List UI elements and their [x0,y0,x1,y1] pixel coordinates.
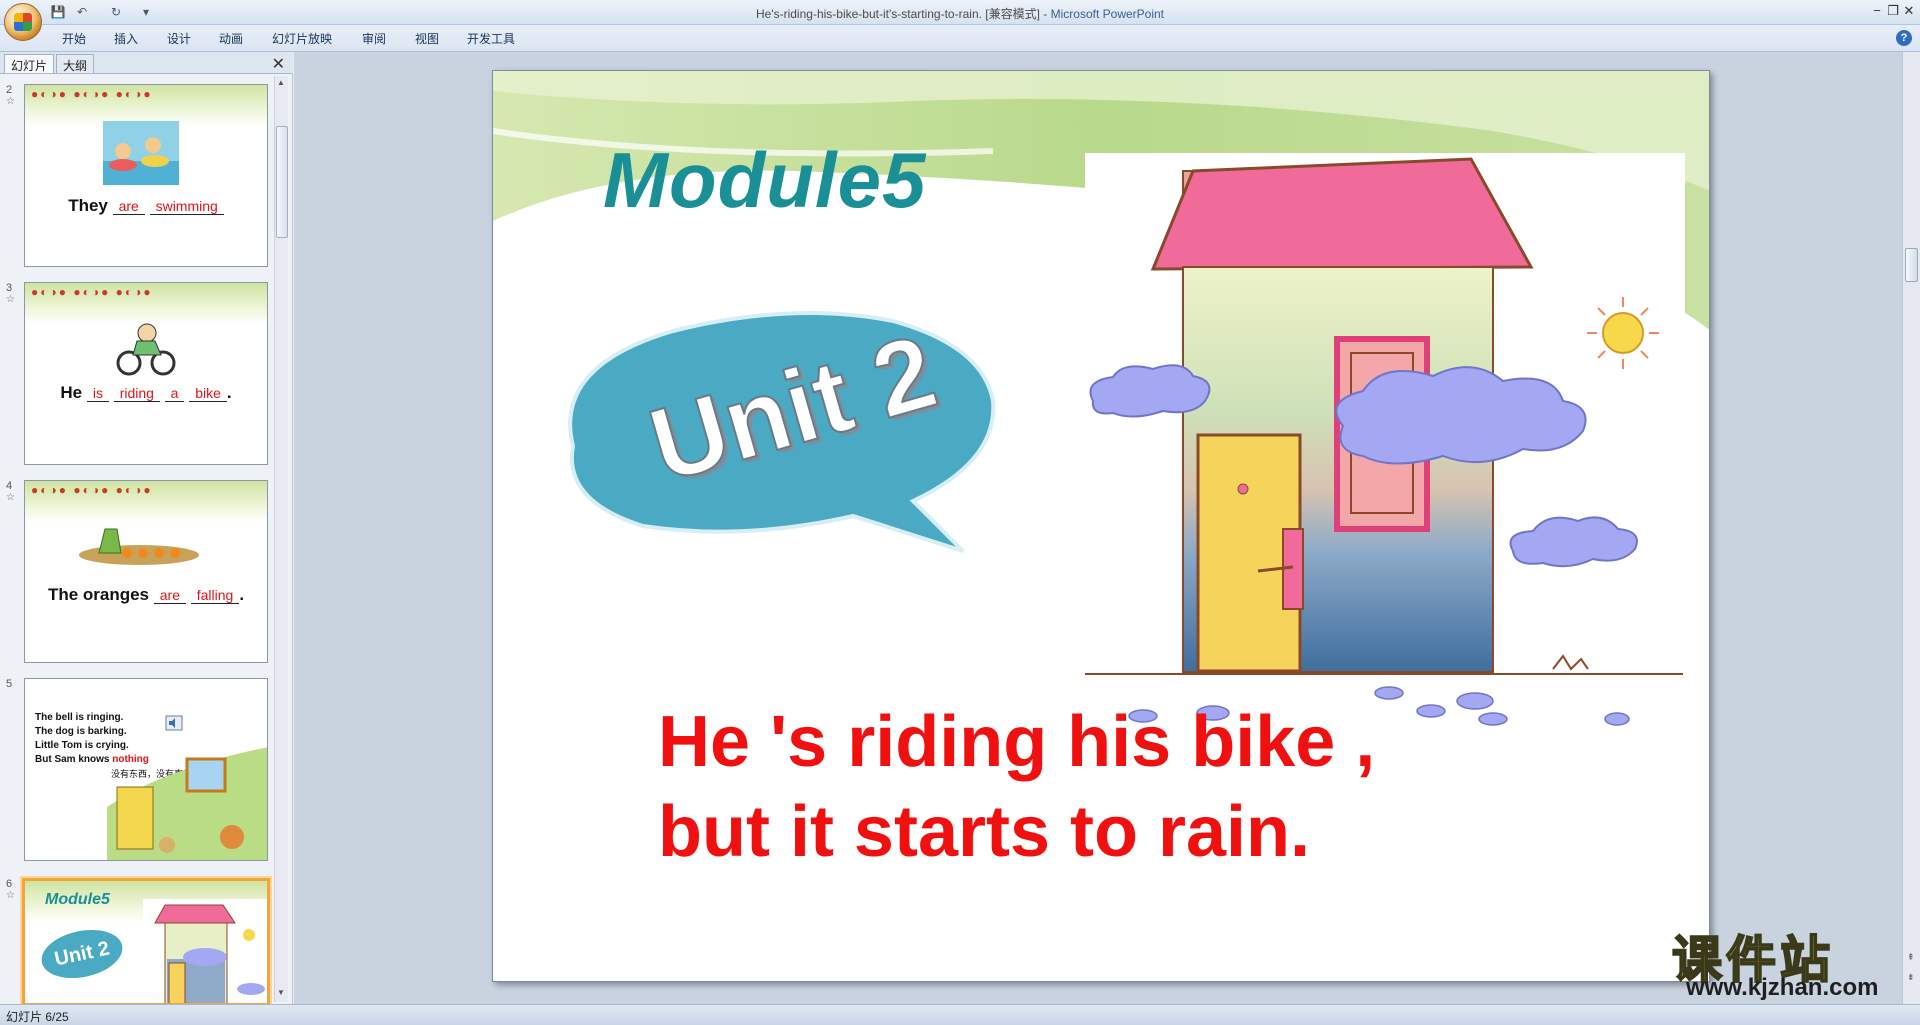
sound-icon[interactable] [165,715,183,731]
panel-scrollbar[interactable]: ▲ ▼ [274,76,288,1002]
falling-oranges-picture [79,528,199,565]
sentence-end: . [226,383,232,402]
title-separator: - [1043,7,1048,21]
slide-thumbnail[interactable]: The bell is ringing. The dog is barking.… [24,678,268,861]
slide-sentence-line-2[interactable]: but it starts to rain. [658,791,1310,873]
tab-developer[interactable]: 开发工具 [467,30,515,47]
tab-design[interactable]: 设计 [167,30,191,47]
tab-insert[interactable]: 插入 [114,30,138,47]
lanterns-decoration: ●◐◑● ●◐◑● ●◐◑● [31,285,153,299]
slide-thumbnail[interactable]: ●◐◑● ●◐◑● ●◐◑● He is riding a bike. [24,282,268,465]
slide-title[interactable]: Module5 [603,135,926,226]
watermark-url: www.kjzhan.com [1686,974,1879,1001]
slide-number: 3 [6,282,13,294]
tab-view[interactable]: 视图 [415,30,439,47]
animation-star-icon: ☆ [6,294,15,305]
ribbon-tabs: 开始 插入 设计 动画 幻灯片放映 审阅 视图 开发工具 ? [0,25,1920,52]
panel-close-icon[interactable]: ✕ [272,54,285,74]
fill-in-sentence: They are swimming [25,196,267,216]
title-bar: 💾 ↶ ↻ ▾ He's-riding-his-bike-but-it's-st… [0,0,1920,41]
window-title: He's-riding-his-bike-but-it's-starting-t… [0,5,1920,22]
editor-scroll-thumb[interactable] [1905,248,1918,282]
sentence-end: . [239,585,245,604]
tab-outline[interactable]: 大纲 [56,54,95,73]
editor-scrollbar[interactable]: ⇞ ⇟ [1902,52,1920,1004]
slide-thumbnail[interactable]: ●◐◑● ●◐◑● ●◐◑● They are swimming [24,84,268,267]
document-name: He's-riding-his-bike-but-it's-starting-t… [755,7,1040,21]
answer-blank: are [153,587,186,604]
site-watermark: 课件站 www.kjzhan.com [1671,920,1902,1001]
thumbnail-unit-bubble: Unit 2 [37,922,127,986]
lanterns-decoration: ●◐◑● ●◐◑● ●◐◑● [31,483,153,497]
house-room-picture [107,747,267,860]
fill-in-sentence: He is riding a bike. [25,383,267,403]
animation-star-icon: ☆ [6,492,15,503]
animation-star-icon: ☆ [6,890,15,901]
thumbnail-title: Module5 [45,891,110,908]
tab-animations[interactable]: 动画 [219,30,243,47]
application-name: Microsoft PowerPoint [1050,7,1165,21]
answer-blank: a [164,385,185,402]
story-line: But Sam knows [35,754,110,765]
prev-slide-icon[interactable]: ⇞ [1907,952,1915,963]
help-icon[interactable]: ? [1896,30,1912,46]
swimming-kids-picture [103,121,179,185]
slide-number: 6 [6,878,13,890]
current-slide[interactable]: Module5 Unit 2 He 's riding his bike , b… [492,70,1710,982]
tab-home[interactable]: 开始 [62,30,86,47]
answer-blank: is [86,385,109,402]
next-slide-icon[interactable]: ⇟ [1907,972,1915,983]
slide-number: 4 [6,480,13,492]
office-logo-icon [14,13,32,31]
slide-thumbnail[interactable]: ●◐◑● ●◐◑● ●◐◑● The oranges are falling. [24,480,268,663]
answer-blank: riding [113,385,160,402]
animation-star-icon: ☆ [6,96,15,107]
slides-panel: 幻灯片 大纲 ✕ 2 ☆ ●◐◑● ●◐◑● ●◐◑● They are swi… [0,52,293,1006]
answer-blank: are [112,198,145,215]
office-button[interactable] [4,3,42,41]
slide-number: 5 [6,678,13,690]
tab-slides[interactable]: 幻灯片 [4,54,55,73]
scroll-down-icon[interactable]: ▼ [277,988,285,997]
slide-counter: 幻灯片 6/25 [6,1010,69,1024]
panel-tab-strip: 幻灯片 大纲 ✕ [0,52,293,74]
tab-slideshow[interactable]: 幻灯片放映 [272,30,332,47]
answer-blank: swimming [149,198,224,215]
scroll-up-icon[interactable]: ▲ [277,78,285,87]
answer-blank: falling [190,587,240,604]
slide-thumbnail-selected[interactable]: Module5 Unit 2 [22,878,270,1006]
sentence-subject: He [60,383,83,402]
status-bar: 幻灯片 6/25 [0,1004,1920,1025]
sentence-subject: They [68,196,108,215]
slide-number: 2 [6,84,13,96]
house-picture [143,899,267,1003]
slide-sentence-line-1[interactable]: He 's riding his bike , [658,701,1375,783]
sentence-subject: The oranges [47,585,150,604]
tab-review[interactable]: 审阅 [362,30,386,47]
fill-in-sentence: The oranges are falling. [25,585,267,605]
boy-on-bike-picture [116,323,176,376]
panel-scroll-thumb[interactable] [276,126,288,238]
answer-blank: bike [189,385,227,402]
lanterns-decoration: ●◐◑● ●◐◑● ●◐◑● [31,87,153,101]
close-button[interactable]: ✕ [1900,2,1918,20]
